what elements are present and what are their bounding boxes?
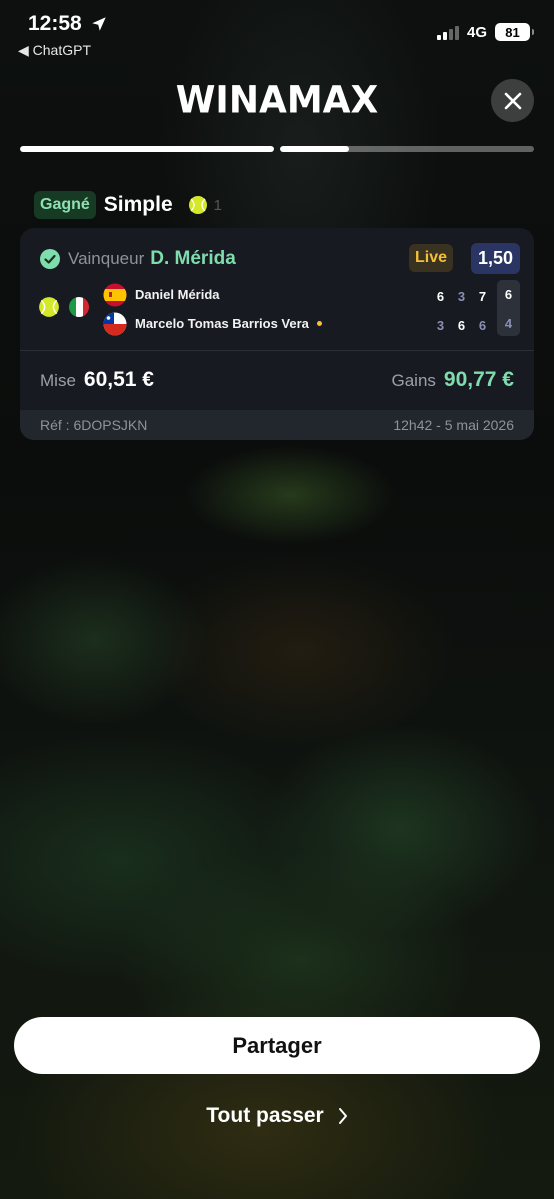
bet-reference: Réf : 6DOPSJKN [40, 417, 148, 433]
story-progress [20, 146, 534, 152]
progress-fill [20, 146, 274, 152]
close-button[interactable] [491, 79, 534, 122]
set-score: 6 [478, 318, 487, 333]
player-name: Marcelo Tomas Barrios Vera [135, 316, 309, 331]
battery-level: 81 [505, 24, 520, 40]
set-score: 3 [457, 289, 466, 304]
stake: Mise 60,51 € [40, 368, 154, 392]
current-set-score: 6 [504, 287, 513, 302]
bet-header: Gagné Simple 1 [34, 190, 222, 220]
current-set-score: 4 [504, 316, 513, 331]
player-row: Marcelo Tomas Barrios Vera [103, 309, 322, 338]
selection-name: D. Mérida [150, 248, 236, 269]
location-arrow-icon [92, 17, 106, 31]
score-row: 6 3 7 [430, 282, 493, 311]
set-score: 3 [436, 318, 445, 333]
score-row: 3 6 6 [430, 311, 493, 340]
spain-flag-icon [103, 283, 127, 306]
check-circle-icon [40, 249, 60, 269]
score-board: 6 3 7 3 6 6 [430, 282, 493, 340]
status-bar: 12:58 ◀ ChatGPT 4G 81 [0, 0, 554, 60]
network-type: 4G [467, 24, 488, 41]
chevron-right-icon [338, 1108, 347, 1124]
set-score: 7 [478, 289, 487, 304]
set-score: 6 [457, 318, 466, 333]
bet-footer: Réf : 6DOPSJKN 12h42 - 5 mai 2026 [20, 410, 534, 440]
selection-count: 1 [213, 196, 222, 214]
player-row: Daniel Mérida [103, 280, 322, 309]
bet-card[interactable]: Vainqueur D. Mérida Live 1,50 Daniel Mér… [20, 228, 534, 440]
stake-value: 60,51 € [83, 368, 154, 391]
bet-type: Simple [103, 193, 173, 216]
progress-segment [280, 146, 534, 152]
bet-date: 12h42 - 5 mai 2026 [393, 417, 514, 433]
skip-all-label: Tout passer [206, 1104, 324, 1127]
tennis-ball-icon [39, 297, 59, 317]
winnings: Gains 90,77 € [392, 368, 515, 392]
signal-icon [437, 26, 459, 40]
battery-icon: 81 [495, 23, 534, 41]
progress-fill [280, 146, 349, 152]
players-list: Daniel Mérida Marcelo Tomas Barrios Vera [103, 280, 322, 338]
status-badge: Gagné [34, 191, 96, 219]
divider [20, 350, 534, 351]
share-button-label: Partager [232, 1032, 322, 1058]
winnings-value: 90,77 € [443, 368, 514, 391]
tennis-ball-icon [188, 196, 207, 214]
selection-market: Vainqueur [68, 249, 145, 268]
winnings-label: Gains [391, 371, 436, 390]
status-time: 12:58 [28, 12, 82, 35]
winamax-logo: WINAMAX [175, 78, 379, 123]
chile-flag-icon [103, 312, 127, 335]
player-name: Daniel Mérida [135, 287, 220, 302]
live-badge: Live [409, 244, 453, 272]
back-to-app-link[interactable]: ◀ ChatGPT [18, 42, 91, 59]
italy-flag-icon [69, 297, 89, 317]
serving-indicator [316, 321, 322, 326]
set-score: 6 [436, 289, 445, 304]
odds-badge: 1,50 [471, 243, 520, 274]
sport-icons [38, 296, 90, 318]
stake-label: Mise [40, 371, 76, 390]
progress-segment [20, 146, 274, 152]
close-icon [504, 92, 521, 109]
skip-all-button[interactable]: Tout passer [0, 1104, 554, 1128]
selection-line: Vainqueur D. Mérida [40, 248, 236, 270]
share-button[interactable]: Partager [14, 1017, 540, 1074]
